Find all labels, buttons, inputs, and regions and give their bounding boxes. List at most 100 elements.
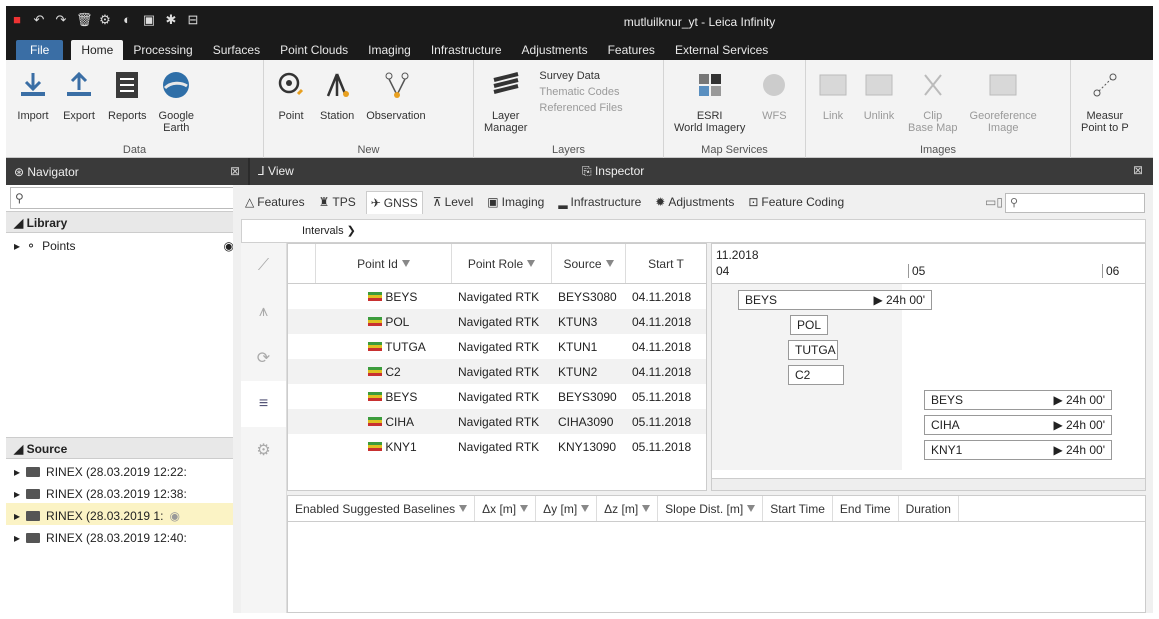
col-end-time[interactable]: End Time [833, 496, 899, 521]
tab-tps[interactable]: ♜ TPS [315, 191, 360, 213]
process-icon[interactable]: ⚙ [241, 427, 286, 473]
tab-point-clouds[interactable]: Point Clouds [270, 40, 358, 60]
folder-icon [26, 533, 41, 543]
tab-surfaces[interactable]: Surfaces [203, 40, 270, 60]
tab-imaging[interactable]: ▣ Imaging [483, 191, 548, 213]
close-navigator-icon[interactable]: ⊠ [230, 164, 240, 178]
source-item[interactable]: ▸ RINEX (28.03.2019 12:38: [6, 481, 248, 503]
interval-bar[interactable]: TUTGA [788, 340, 838, 360]
tab-imaging[interactable]: Imaging [358, 40, 421, 60]
source-item[interactable]: ▸ RINEX (28.03.2019 12:22: [6, 459, 248, 481]
library-header[interactable]: ◢ Library [6, 211, 248, 233]
interval-bar[interactable]: CIHA ▶ 24h 00' [924, 415, 1112, 435]
col-enabled-suggested-baselines[interactable]: Enabled Suggested Baselines [288, 496, 476, 521]
clip-icon [916, 68, 950, 102]
tab-level[interactable]: ⊼ Level [429, 191, 477, 213]
interval-bar[interactable]: BEYS ▶ 24h 00' [924, 390, 1112, 410]
points-icon: ⚬ [26, 239, 37, 253]
filter-icon[interactable] [459, 505, 468, 512]
timeline-day-06: 06 [1102, 264, 1119, 278]
filter-icon[interactable] [520, 505, 529, 512]
visibility-eye-icon[interactable]: ◉ [169, 509, 179, 523]
col-dy[interactable]: Δy [m] [536, 496, 598, 521]
ribbon-group-images: Link Unlink Clip Base Map Georeference I… [806, 60, 1071, 158]
table-row[interactable]: TUTGA Navigated RTK KTUN1 04.11.2018 [288, 334, 706, 359]
col-source[interactable]: Source [552, 244, 626, 283]
tab-infrastructure[interactable]: ▂ Infrastructure [554, 191, 645, 213]
referenced-files-dropdown[interactable]: Referenced Files [539, 102, 622, 114]
thematic-codes-dropdown[interactable]: Thematic Codes [539, 86, 622, 98]
search-icon: ⚲ [15, 191, 24, 205]
table-header: Point Id Point Role Source Start T [288, 244, 706, 284]
timeline-day-04: 04 [716, 264, 730, 278]
col-point-role[interactable]: Point Role [452, 244, 552, 283]
table-row[interactable]: CIHA Navigated RTK CIHA3090 05.11.2018 [288, 409, 706, 434]
ribbon-group-map-services: ESRI World Imagery WFS Map Services [664, 60, 806, 158]
source-item[interactable]: ▸ RINEX (28.03.2019 12:40: [6, 525, 248, 547]
measure-point-button[interactable]: Measur Point to P [1075, 64, 1135, 158]
ribbon-group-measure: Measur Point to P [1071, 60, 1153, 158]
col-dx[interactable]: Δx [m] [475, 496, 537, 521]
tab-home[interactable]: Home [71, 40, 124, 60]
source-header[interactable]: ◢ Source [6, 437, 248, 459]
col-dz[interactable]: Δz [m] [597, 496, 659, 521]
filter-icon[interactable] [747, 505, 756, 512]
inspector-tab[interactable]: ⎘ Inspector ⊠ [570, 158, 1153, 185]
table-row[interactable]: KNY1 Navigated RTK KNY13090 05.11.2018 [288, 434, 706, 459]
filter-icon[interactable] [401, 260, 410, 267]
tab-adjustments[interactable]: ✹ Adjustments [651, 191, 738, 213]
search-icon: ⚲ [1010, 197, 1019, 209]
filter-icon[interactable] [527, 260, 536, 267]
tab-infrastructure[interactable]: Infrastructure [421, 40, 512, 60]
filter-icon[interactable] [605, 260, 614, 267]
title-bar: ■ ↶ ↷ 🗑 ⚙ ◐ ▣ ✱ ⊟ mutluilknur_yt - Leica… [6, 6, 1153, 40]
timeline-day-05: 05 [908, 264, 925, 278]
table-row[interactable]: POL Navigated RTK KTUN3 04.11.2018 [288, 309, 706, 334]
baseline-icon[interactable]: ⟋ [241, 243, 286, 289]
timeline-scrollbar[interactable] [712, 478, 1145, 490]
source-item-selected[interactable]: ▸ RINEX (28.03.2019 1: ◉ [6, 503, 248, 525]
filter-icon[interactable] [581, 505, 590, 512]
observation-icon [379, 68, 413, 102]
inspector-panel: △ Features ♜ TPS ✈ GNSS ⊼ Level ▣ Imaging ▂ In… [233, 185, 1153, 613]
inspector-search-input[interactable]: ⚲ [1005, 193, 1145, 213]
interval-bar[interactable]: BEYS ▶ 24h 00' [738, 290, 932, 310]
intervals-icon[interactable]: ≡ [241, 381, 286, 427]
table-row[interactable]: C2 Navigated RTK KTUN2 04.11.2018 [288, 359, 706, 384]
tab-gnss[interactable]: ✈ GNSS [365, 190, 423, 214]
filter-icon[interactable] [642, 505, 651, 512]
col-slope-dist[interactable]: Slope Dist. [m] [658, 496, 764, 521]
pane-layout-icon[interactable]: ▭▯ [985, 195, 1003, 209]
tab-adjustments[interactable]: Adjustments [512, 40, 598, 60]
tab-features[interactable]: △ Features [241, 191, 309, 213]
point-icon [368, 416, 382, 426]
col-start-time[interactable]: Start T [626, 244, 706, 283]
table-row[interactable]: BEYS Navigated RTK BEYS3090 05.11.2018 [288, 384, 706, 409]
baselines-table: Enabled Suggested Baselines Δx [m] Δy [m… [287, 495, 1146, 613]
station-setup-icon[interactable]: ⩚ [241, 289, 286, 335]
tab-feature-coding[interactable]: ⊡ Feature Coding [744, 191, 848, 213]
library-item-points[interactable]: ▸ ⚬ Points ◉ [6, 233, 248, 255]
navigator-search-input[interactable]: ⚲ [10, 187, 244, 209]
satellite-orbit-icon[interactable]: ⟳ [241, 335, 286, 381]
col-duration[interactable]: Duration [899, 496, 959, 521]
breadcrumb-intervals[interactable]: Intervals [302, 225, 344, 237]
tab-external-services[interactable]: External Services [665, 40, 778, 60]
interval-bar[interactable]: C2 [788, 365, 844, 385]
col-point-id[interactable]: Point Id [316, 244, 452, 283]
tab-processing[interactable]: Processing [123, 40, 202, 60]
wfs-icon [757, 68, 791, 102]
export-icon [62, 68, 96, 102]
table-row[interactable]: BEYS Navigated RTK BEYS3080 04.11.2018 [288, 284, 706, 309]
close-inspector-icon[interactable]: ⊠ [1133, 163, 1143, 177]
view-tab[interactable]: ⅃ View [250, 158, 570, 185]
survey-data-dropdown[interactable]: Survey Data [539, 70, 622, 82]
col-start-time[interactable]: Start Time [763, 496, 833, 521]
satellite-icon: ✈ [370, 195, 381, 210]
navigator-header: ⊛ Navigator ⊠ [6, 158, 248, 185]
tab-file[interactable]: File [16, 40, 64, 60]
table-body: BEYS Navigated RTK BEYS3080 04.11.2018 POL N… [288, 284, 706, 459]
tab-features[interactable]: Features [598, 40, 665, 60]
interval-bar[interactable]: KNY1 ▶ 24h 00' [924, 440, 1112, 460]
interval-bar[interactable]: POL [790, 315, 828, 335]
